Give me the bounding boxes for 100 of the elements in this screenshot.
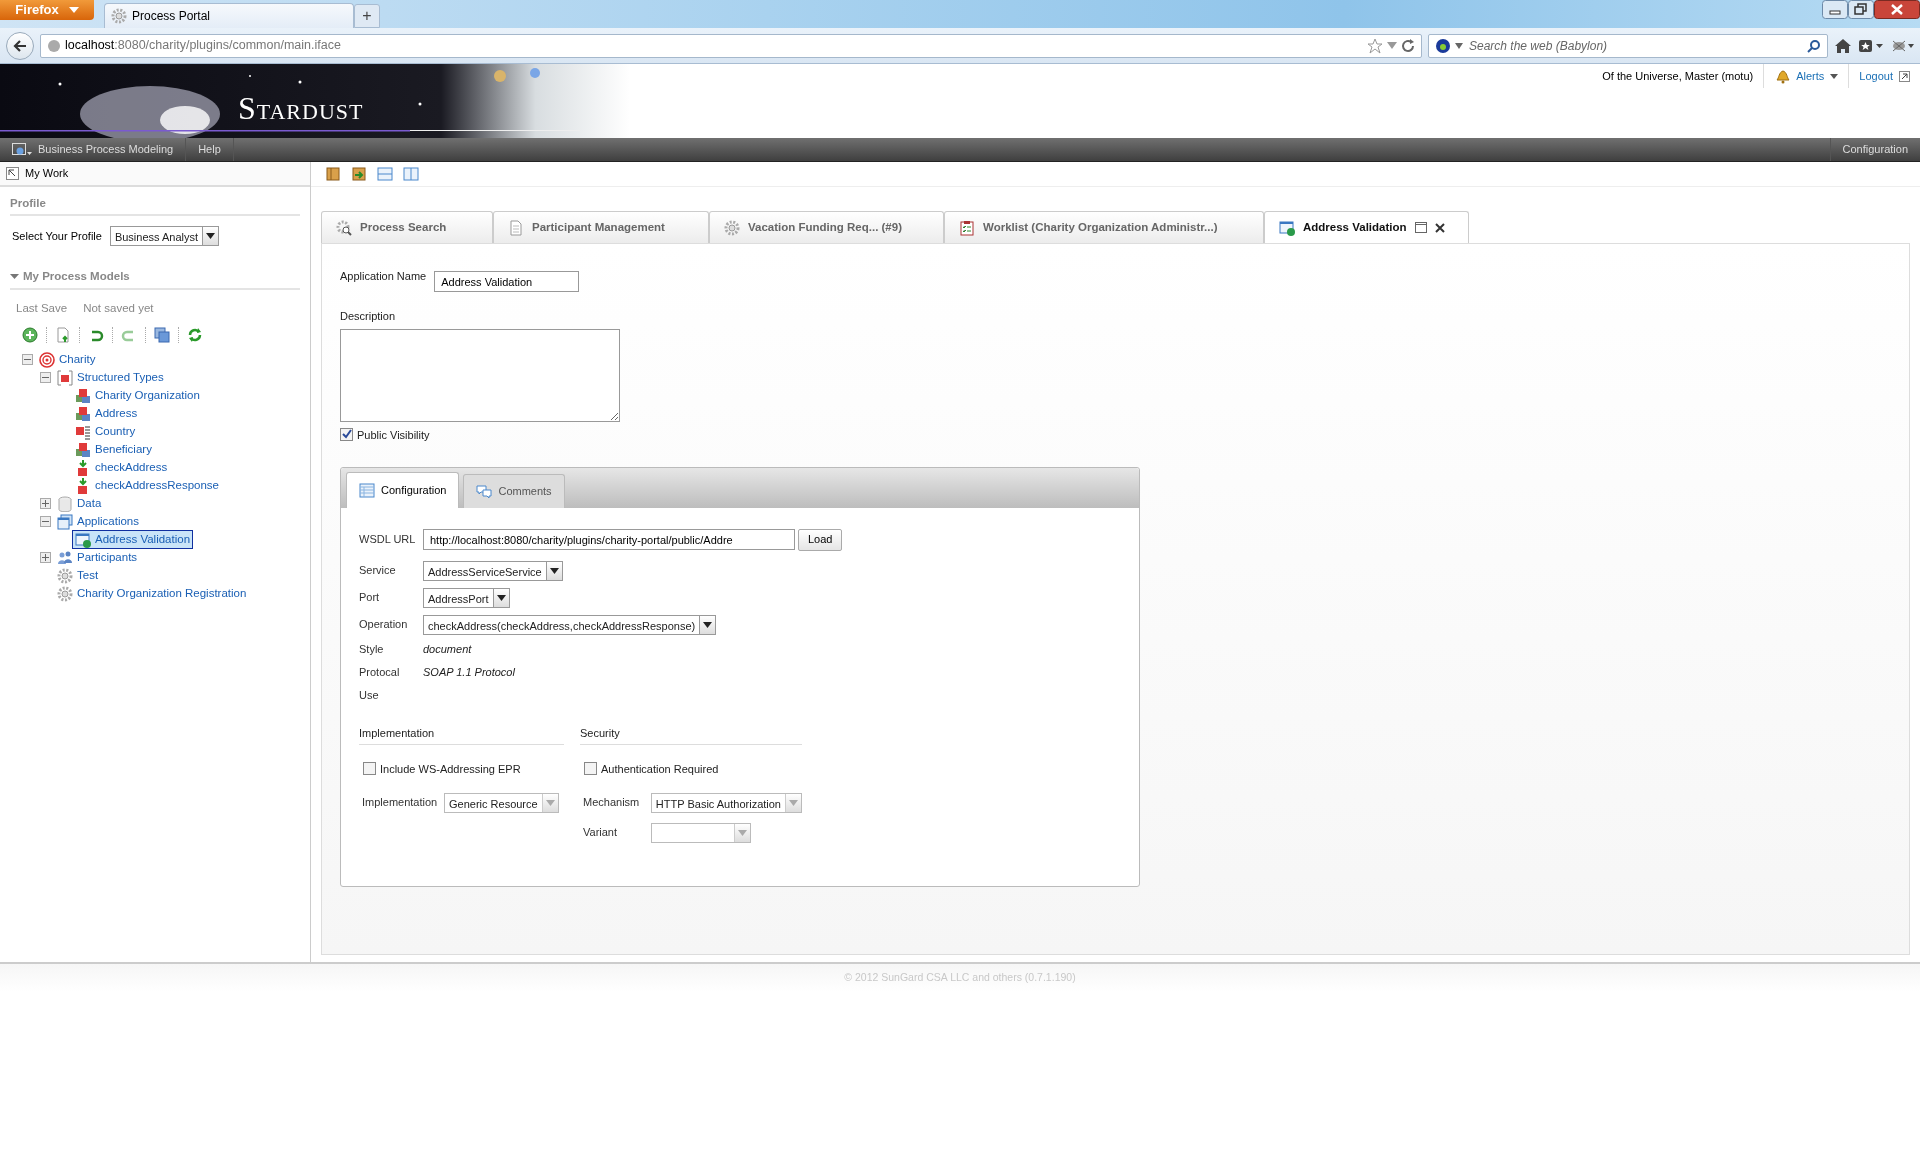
collapse-toggle[interactable] bbox=[22, 354, 33, 366]
logo-text: Stardust bbox=[238, 92, 364, 124]
table-icon bbox=[359, 482, 375, 499]
checkbox[interactable] bbox=[340, 428, 353, 442]
star-icon[interactable] bbox=[1367, 37, 1383, 54]
people-icon bbox=[57, 549, 73, 566]
checkbox-label: Authentication Required bbox=[601, 761, 719, 777]
plus-icon bbox=[42, 500, 49, 508]
checkbox-label: Include WS-Addressing EPR bbox=[380, 761, 521, 777]
gear-icon bbox=[57, 585, 73, 602]
dropdown-icon[interactable] bbox=[1455, 42, 1463, 49]
section-heading: Security bbox=[580, 725, 802, 745]
logout-link[interactable]: Logout bbox=[1848, 64, 1920, 88]
search-field[interactable]: Search the web (Babylon) bbox=[1428, 33, 1828, 58]
tree-item[interactable]: Charity bbox=[36, 350, 99, 370]
restore-icon[interactable] bbox=[1848, 0, 1874, 19]
close-icon[interactable] bbox=[1874, 0, 1920, 19]
window-eye-icon bbox=[12, 142, 32, 157]
expand-toggle[interactable] bbox=[40, 498, 51, 510]
wsdl-url-field[interactable]: http://localhost:8080/charity/plugins/charity-portal/public/Addre bbox=[423, 529, 795, 550]
home-icon[interactable] bbox=[1834, 37, 1852, 54]
window-globe-icon bbox=[75, 531, 91, 548]
cubes-icon bbox=[75, 405, 91, 422]
tree-item[interactable]: checkAddress bbox=[72, 458, 171, 478]
checkbox[interactable] bbox=[363, 762, 376, 776]
caret-icon bbox=[549, 567, 559, 574]
gear-icon bbox=[111, 8, 127, 24]
clipboard-icon bbox=[959, 219, 975, 236]
tree-item[interactable]: Address Validation bbox=[72, 530, 194, 550]
caret-icon bbox=[206, 233, 216, 240]
tab[interactable]: Process Search bbox=[321, 211, 493, 243]
tree-item[interactable]: Country bbox=[72, 422, 139, 442]
collapse-toggle[interactable] bbox=[40, 372, 51, 384]
tab[interactable]: Vacation Funding Req... (#9) bbox=[709, 211, 944, 243]
tab[interactable]: Participant Management bbox=[493, 211, 709, 243]
tree-item[interactable]: Structured Types bbox=[54, 368, 167, 388]
field-label: Application Name bbox=[340, 269, 427, 284]
maximize-icon[interactable] bbox=[1414, 222, 1427, 233]
reload-icon[interactable] bbox=[1401, 38, 1415, 53]
tree-item[interactable]: Charity Organization Registration bbox=[54, 584, 250, 604]
address-field[interactable]: localhost:8080/charity/plugins/common/main.iface bbox=[40, 33, 1422, 58]
refresh-icon[interactable] bbox=[187, 326, 203, 343]
field-label: Service bbox=[359, 563, 397, 579]
close-icon[interactable] bbox=[1434, 222, 1445, 233]
tree-item[interactable]: Applications bbox=[54, 512, 142, 532]
tree-item[interactable]: Data bbox=[54, 494, 105, 514]
caret-icon bbox=[68, 7, 79, 13]
expand-toggle[interactable] bbox=[40, 552, 51, 564]
tab[interactable]: Worklist (Charity Organization Administr...) bbox=[944, 211, 1264, 243]
checkbox[interactable] bbox=[584, 762, 597, 776]
tree-item[interactable]: checkAddressResponse bbox=[72, 476, 222, 496]
user-name: Of the Universe, Master (motu) bbox=[1601, 68, 1755, 84]
description-field[interactable] bbox=[340, 328, 620, 422]
caret-icon bbox=[738, 829, 747, 836]
field-label: WSDL URL bbox=[359, 532, 417, 548]
book-export-icon[interactable] bbox=[351, 166, 367, 182]
dropdown[interactable]: AddressPort bbox=[423, 587, 510, 608]
application-name-field[interactable]: Address Validation bbox=[434, 271, 580, 292]
new-tab-button[interactable]: + bbox=[354, 4, 380, 28]
tab[interactable]: Address Validation bbox=[1264, 211, 1469, 243]
dropdown[interactable]: checkAddress(checkAddress,checkAddressResponse) bbox=[423, 614, 717, 635]
bookmarks-icon[interactable] bbox=[1858, 37, 1884, 54]
tab[interactable]: Configuration bbox=[346, 472, 460, 508]
field-label: Port bbox=[359, 590, 381, 606]
tab[interactable]: Comments bbox=[463, 474, 565, 508]
load-button[interactable]: Load bbox=[798, 528, 843, 551]
menu-item[interactable]: Business Process Modeling bbox=[0, 138, 187, 161]
back-button[interactable] bbox=[6, 31, 34, 60]
dropdown-icon[interactable] bbox=[1387, 41, 1397, 50]
field-value: SOAP 1.1 Protocol bbox=[423, 665, 515, 681]
field-label: Implementation bbox=[362, 795, 439, 811]
vertical-split-icon[interactable] bbox=[403, 166, 419, 182]
menu-item[interactable]: Help bbox=[186, 138, 234, 161]
horizontal-split-icon[interactable] bbox=[377, 166, 393, 182]
tree-item[interactable]: Participants bbox=[54, 548, 141, 568]
save-all-icon[interactable] bbox=[154, 326, 170, 343]
globe-icon bbox=[47, 38, 61, 53]
dropdown[interactable]: AddressServiceService bbox=[423, 560, 563, 581]
field-label: Select Your Profile bbox=[12, 229, 102, 244]
profile-select[interactable]: Business Analyst bbox=[109, 226, 220, 247]
tree-item[interactable]: Charity Organization bbox=[72, 386, 203, 406]
collapse-arrow-icon[interactable] bbox=[10, 272, 19, 282]
tree-item[interactable]: Test bbox=[54, 566, 102, 586]
import-document-icon[interactable] bbox=[55, 326, 71, 343]
document-icon bbox=[508, 219, 524, 236]
search-input[interactable]: Search the web (Babylon) bbox=[1467, 35, 1803, 56]
cubes-icon bbox=[75, 441, 91, 458]
browser-tab[interactable]: Process Portal bbox=[104, 3, 354, 28]
collapse-icon[interactable] bbox=[6, 167, 19, 180]
cylinder-icon bbox=[57, 495, 73, 512]
tree-item[interactable]: Beneficiary bbox=[72, 440, 155, 460]
section-heading: My Process Models bbox=[23, 269, 130, 285]
search-icon[interactable] bbox=[1807, 38, 1821, 53]
alerts-link[interactable]: Alerts bbox=[1763, 64, 1849, 88]
caret-icon bbox=[789, 799, 798, 806]
add-icon[interactable] bbox=[22, 326, 38, 343]
collapse-toggle[interactable] bbox=[40, 516, 51, 528]
tree-item[interactable]: Address bbox=[72, 404, 141, 424]
book-icon[interactable] bbox=[325, 166, 341, 182]
menu-item[interactable]: Configuration bbox=[1829, 138, 1920, 161]
